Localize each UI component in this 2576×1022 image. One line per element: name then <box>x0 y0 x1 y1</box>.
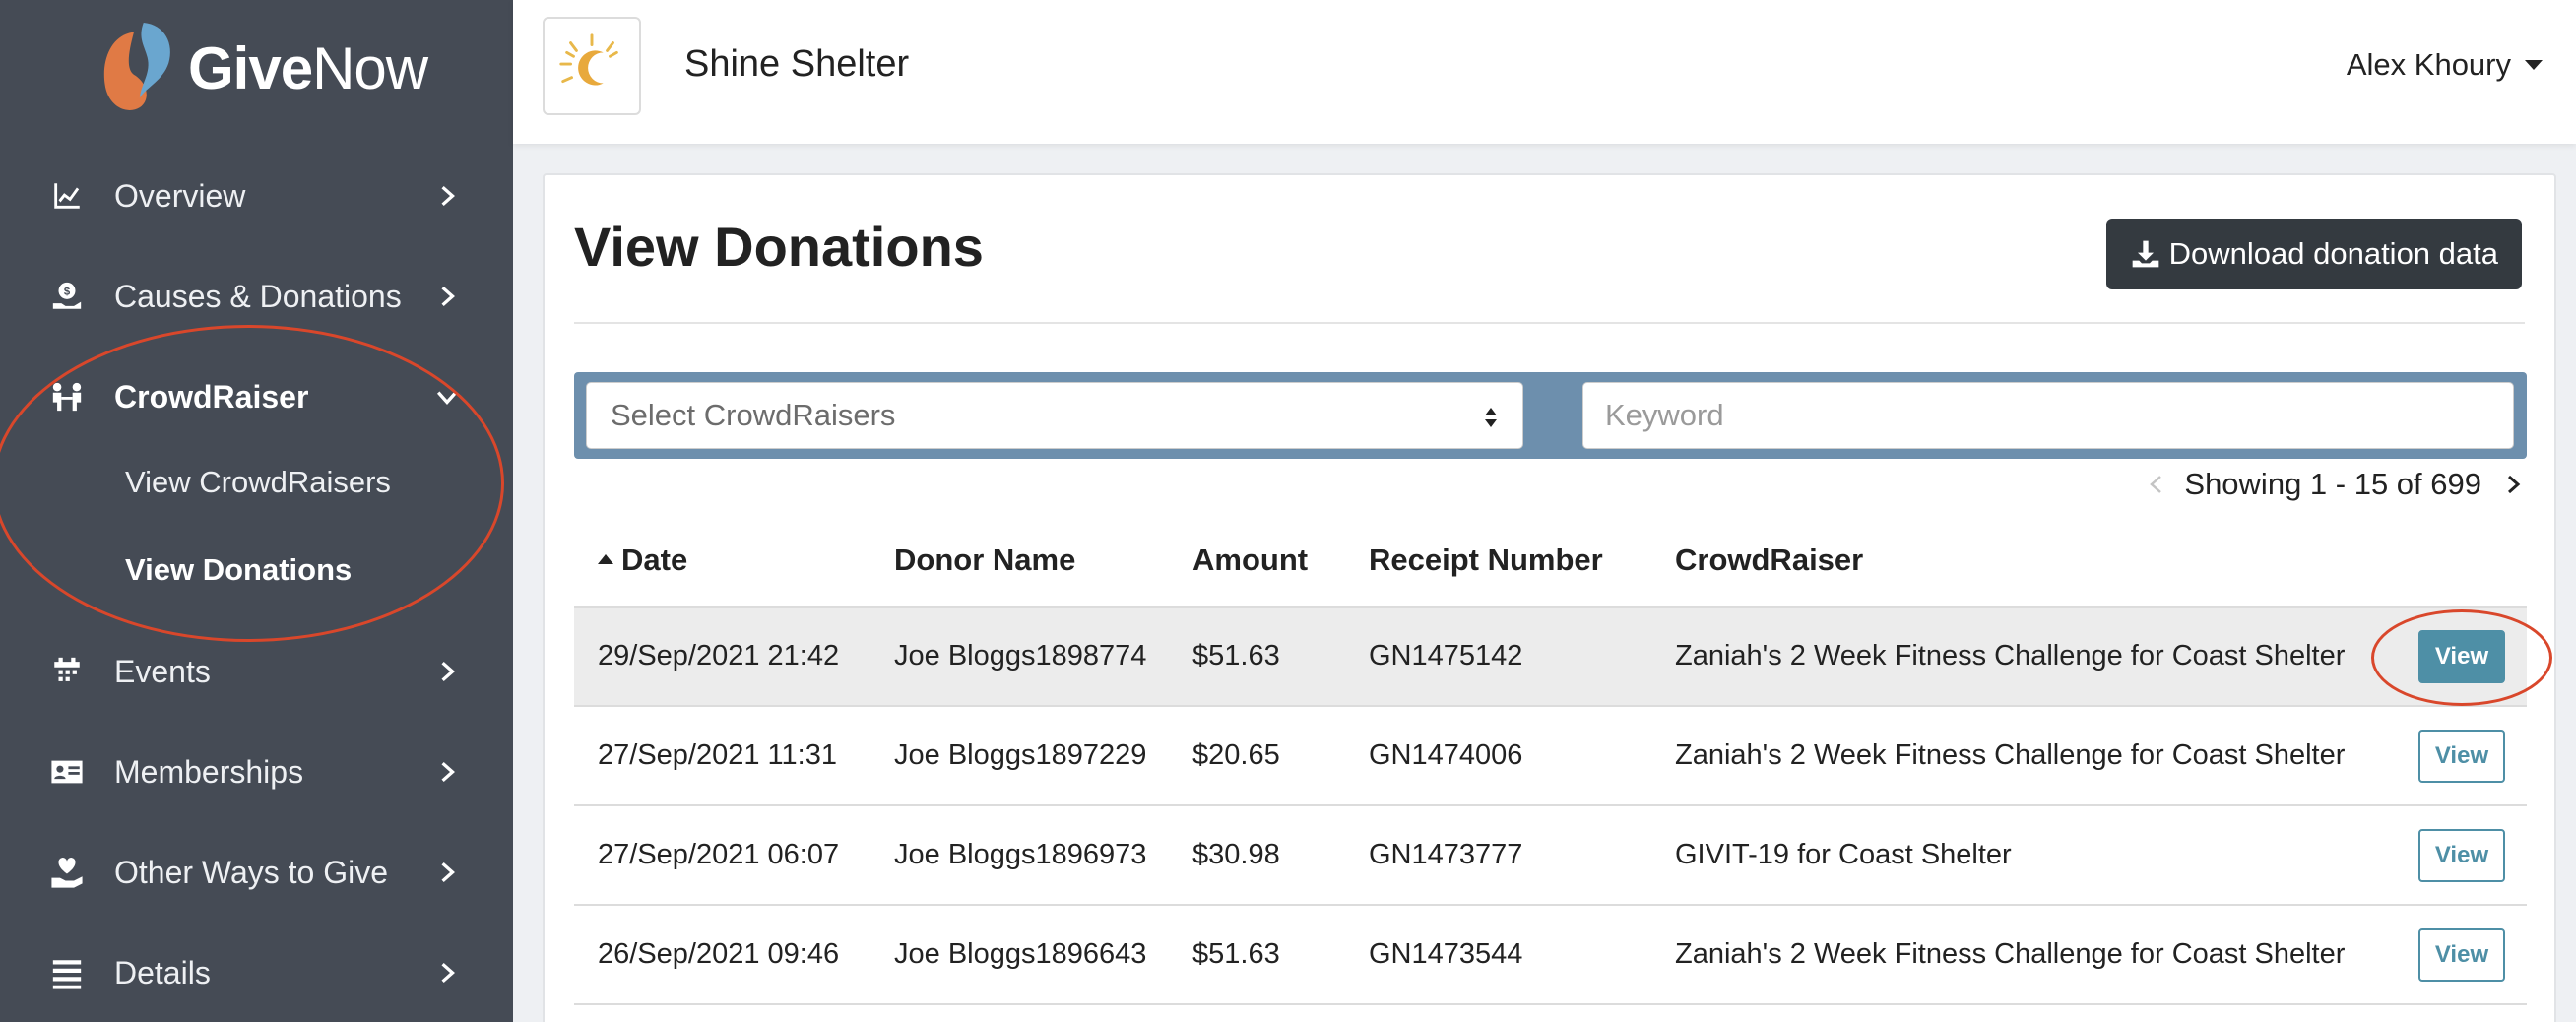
cell-amount: $51.63 <box>1169 905 1345 1005</box>
view-button[interactable]: View <box>2418 927 2505 982</box>
chart-line-icon <box>49 178 85 214</box>
cell-action: View <box>2359 706 2527 806</box>
sidebar-subitem-view-crowdraisers[interactable]: View CrowdRaisers <box>125 465 391 500</box>
column-header-receipt-number: Receipt Number <box>1345 516 1651 608</box>
cell-amount: $30.98 <box>1169 805 1345 906</box>
sidebar-subitem-view-donations[interactable]: View Donations <box>125 552 352 588</box>
chevron-down-icon <box>433 383 461 411</box>
cell-donor-name: Joe Bloggs1896973 <box>870 805 1169 906</box>
donations-card: View Donations Download donation data Se… <box>543 173 2556 1022</box>
column-header-crowdraiser: CrowdRaiser <box>1651 516 2359 608</box>
keyword-search-input[interactable] <box>1582 382 2514 449</box>
people-icon <box>49 379 85 415</box>
sidebar-item-label: Other Ways to Give <box>114 854 388 890</box>
table-row: 27/Sep/2021 11:31 Joe Bloggs1897229 $20.… <box>574 706 2527 806</box>
chevron-right-icon[interactable] <box>2499 471 2527 498</box>
cell-crowdraiser: Zaniah's 2 Week Fitness Challenge for Co… <box>1651 706 2359 806</box>
cell-donor-name: Joe Bloggs1897229 <box>870 706 1169 806</box>
org-logo <box>543 17 641 115</box>
column-header-date[interactable]: Date <box>574 516 870 608</box>
cell-date: 26/Sep/2021 09:46 <box>574 905 870 1005</box>
table-row: 27/Sep/2021 06:07 Joe Bloggs1896973 $30.… <box>574 805 2527 906</box>
caret-down-icon <box>2525 60 2543 70</box>
chevron-right-icon <box>433 758 461 786</box>
cell-crowdraiser: Zaniah's 2 Week Fitness Challenge for Co… <box>1651 905 2359 1005</box>
pagination-text: Showing 1 - 15 of 699 <box>2184 467 2481 501</box>
user-name: Alex Khoury <box>2346 47 2511 82</box>
givenow-logo[interactable]: GiveNow <box>84 14 428 122</box>
sidebar-item-label: Details <box>114 954 211 990</box>
sidebar-item-label: Overview <box>114 177 246 214</box>
view-button[interactable]: View <box>2418 828 2505 882</box>
column-header-donor-name: Donor Name <box>870 516 1169 608</box>
table-row: 29/Sep/2021 21:42 Joe Bloggs1898774 $51.… <box>574 607 2527 707</box>
sidebar-item-details[interactable]: Details <box>0 933 513 1012</box>
cell-receipt-number: GN1473544 <box>1345 905 1651 1005</box>
sidebar-item-events[interactable]: Events <box>0 632 513 711</box>
id-card-icon <box>49 754 85 790</box>
list-icon <box>49 955 85 990</box>
sidebar-item-causes-donations[interactable]: $ Causes & Donations <box>0 257 513 336</box>
column-header-action <box>2359 516 2527 608</box>
hand-holding-heart-icon <box>49 855 85 890</box>
cell-action: View <box>2359 805 2527 906</box>
cell-donor-name: Joe Bloggs1898774 <box>870 607 1169 707</box>
sidebar-item-overview[interactable]: Overview <box>0 157 513 235</box>
cell-receipt-number: GN1474006 <box>1345 706 1651 806</box>
filter-bar: Select CrowdRaisers <box>574 372 2527 459</box>
chevron-right-icon <box>433 658 461 685</box>
cell-receipt-number: GN1475142 <box>1345 607 1651 707</box>
calendar-icon <box>49 654 85 689</box>
sidebar-item-label: CrowdRaiser <box>114 378 309 415</box>
chevron-right-icon <box>433 959 461 987</box>
user-menu[interactable]: Alex Khoury <box>2347 47 2543 83</box>
sort-ascending-icon <box>598 554 613 565</box>
chevron-left-icon[interactable] <box>2143 471 2170 498</box>
chevron-right-icon <box>433 283 461 310</box>
select-placeholder: Select CrowdRaisers <box>611 398 896 432</box>
select-arrows-icon <box>1485 408 1497 427</box>
cell-amount: $20.65 <box>1169 706 1345 806</box>
donations-table: Date Donor Name Amount Receipt Number Cr… <box>574 516 2527 1005</box>
chevron-right-icon <box>433 859 461 886</box>
page-title: View Donations <box>574 216 984 278</box>
table-row: 26/Sep/2021 09:46 Joe Bloggs1896643 $51.… <box>574 905 2527 1005</box>
brand-name: GiveNow <box>188 34 428 101</box>
sidebar-item-other-ways-to-give[interactable]: Other Ways to Give <box>0 833 513 912</box>
heart-drop-logo-icon <box>103 22 170 110</box>
divider <box>574 322 2525 324</box>
cell-action: View <box>2359 905 2527 1005</box>
sidebar-item-label: Memberships <box>114 753 304 790</box>
sun-logo-icon <box>559 33 618 86</box>
cell-crowdraiser: Zaniah's 2 Week Fitness Challenge for Co… <box>1651 607 2359 707</box>
chevron-right-icon <box>433 182 461 210</box>
column-header-amount: Amount <box>1169 516 1345 608</box>
top-bar: Shine Shelter Alex Khoury <box>513 0 2576 144</box>
cell-date: 27/Sep/2021 11:31 <box>574 706 870 806</box>
sidebar-item-crowdraiser[interactable]: CrowdRaiser <box>0 357 513 436</box>
cell-date: 29/Sep/2021 21:42 <box>574 607 870 707</box>
cell-action: View <box>2359 607 2527 707</box>
sidebar-item-memberships[interactable]: Memberships <box>0 733 513 811</box>
sidebar-item-label: Events <box>114 653 211 689</box>
crowdraiser-select[interactable]: Select CrowdRaisers <box>586 382 1523 449</box>
hand-coin-icon: $ <box>49 279 85 314</box>
org-name: Shine Shelter <box>684 43 910 85</box>
cell-crowdraiser: GIVIT-19 for Coast Shelter <box>1651 805 2359 906</box>
download-donation-data-button[interactable]: Download donation data <box>2105 219 2522 289</box>
cell-receipt-number: GN1473777 <box>1345 805 1651 906</box>
cell-donor-name: Joe Bloggs1896643 <box>870 905 1169 1005</box>
download-icon <box>2132 240 2158 268</box>
sidebar-item-label: Causes & Donations <box>114 278 402 314</box>
table-header-row: Date Donor Name Amount Receipt Number Cr… <box>574 516 2527 608</box>
view-button[interactable]: View <box>2418 629 2505 683</box>
view-button[interactable]: View <box>2418 729 2505 783</box>
sidebar: GiveNow Overview $ Causes & Donations Cr… <box>0 0 513 1022</box>
download-button-label: Download donation data <box>2168 236 2498 271</box>
cell-date: 27/Sep/2021 06:07 <box>574 805 870 906</box>
pagination: Showing 1 - 15 of 699 <box>2143 467 2527 502</box>
svg-text:$: $ <box>64 287 71 298</box>
cell-amount: $51.63 <box>1169 607 1345 707</box>
